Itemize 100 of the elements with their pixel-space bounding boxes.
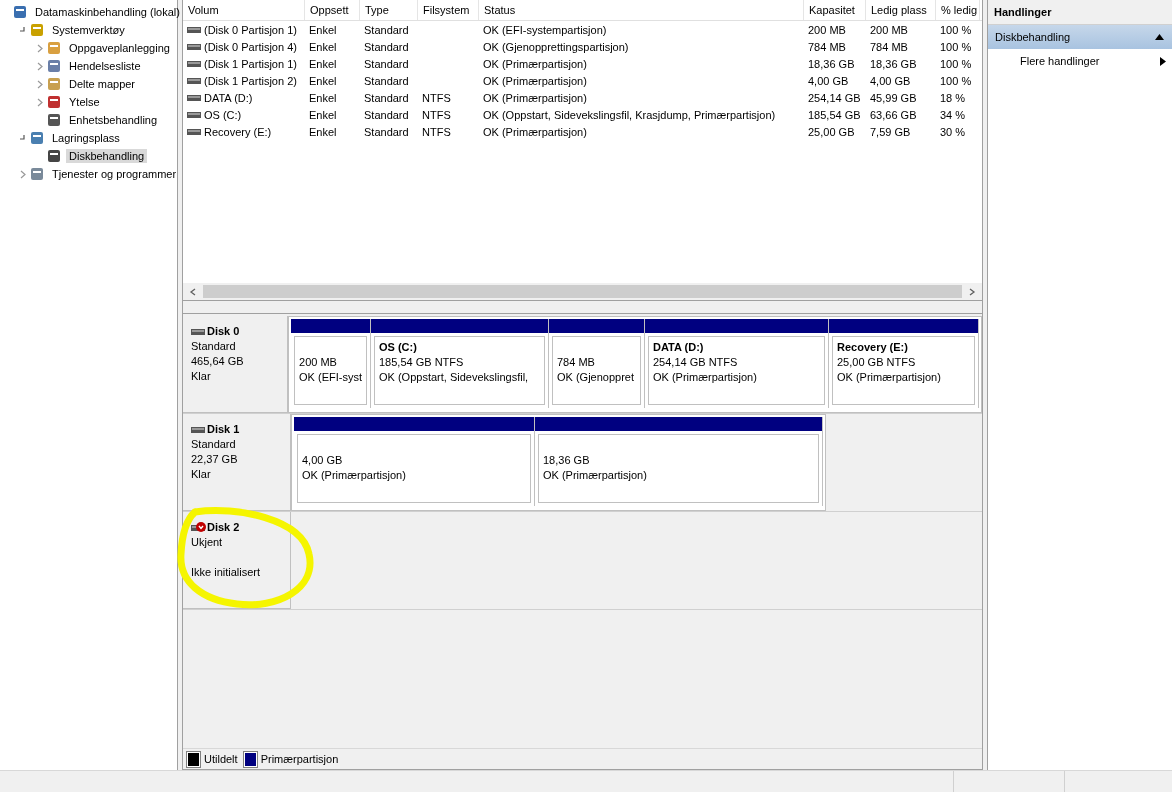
- table-cell: 100 %: [940, 23, 972, 36]
- collapsed-chevron-icon[interactable]: [37, 79, 43, 89]
- actions-section-header[interactable]: Diskbehandling: [988, 25, 1172, 49]
- table-cell: Standard: [364, 40, 409, 53]
- tree-node-icon: [46, 148, 62, 164]
- column-header[interactable]: Oppsett: [305, 0, 360, 20]
- table-cell: (Disk 1 Partisjon 1): [204, 57, 297, 70]
- tree-node-icon: [29, 130, 45, 146]
- collapsed-chevron-icon[interactable]: [20, 169, 26, 179]
- column-header[interactable]: % ledig: [936, 0, 980, 20]
- expanded-chevron-icon[interactable]: [19, 26, 27, 34]
- table-cell: 200 MB: [808, 23, 846, 36]
- drive-icon: [187, 60, 201, 67]
- collapsed-chevron-icon[interactable]: [37, 97, 43, 107]
- table-cell: Standard: [364, 23, 409, 36]
- table-cell: NTFS: [422, 91, 451, 104]
- tree-item[interactable]: Enhetsbehandling: [66, 113, 161, 127]
- disk-state: Ikke initialisert: [191, 565, 262, 580]
- tree-node-icon: [46, 40, 62, 56]
- partition-size: 25,00 GB NTFS: [837, 355, 917, 370]
- table-cell: Recovery (E:): [204, 125, 272, 138]
- table-cell: Standard: [364, 108, 409, 121]
- column-header[interactable]: Ledig plass: [866, 0, 936, 20]
- table-cell: 18 %: [940, 91, 966, 104]
- partition-status: OK (Primærpartisjon): [302, 468, 407, 483]
- table-cell: (Disk 0 Partisjon 4): [204, 40, 297, 53]
- collapse-icon[interactable]: [1155, 34, 1164, 40]
- table-cell: NTFS: [422, 125, 451, 138]
- table-cell: Enkel: [309, 91, 337, 104]
- table-cell: OK (Primærpartisjon): [483, 125, 587, 138]
- table-cell: Enkel: [309, 74, 337, 87]
- expanded-chevron-icon[interactable]: [19, 134, 27, 142]
- scroll-left-icon[interactable]: [189, 287, 197, 296]
- table-cell: 18,36 GB: [808, 57, 855, 70]
- tree-node-icon: [12, 4, 28, 20]
- disk-type: Ukjent: [191, 535, 224, 550]
- tree-node-icon: [29, 166, 45, 182]
- tree-item[interactable]: Datamaskinbehandling (lokal): [32, 5, 183, 19]
- tree-item[interactable]: Ytelse: [66, 95, 103, 109]
- table-cell: 25,00 GB: [808, 125, 855, 138]
- table-cell: 18,36 GB: [870, 57, 917, 70]
- tree-item[interactable]: Oppgaveplanlegging: [66, 41, 173, 55]
- column-header[interactable]: Kapasitet: [804, 0, 866, 20]
- disk-type: Standard: [191, 437, 237, 452]
- table-cell: Enkel: [309, 57, 337, 70]
- disk-state: Klar: [191, 467, 212, 482]
- partition-name: Recovery (E:): [837, 341, 908, 353]
- table-cell: OK (Primærpartisjon): [483, 91, 587, 104]
- partition-size: 18,36 GB: [543, 453, 591, 468]
- tree-item[interactable]: Delte mapper: [66, 77, 139, 91]
- table-cell: 784 MB: [870, 40, 908, 53]
- drive-icon: [187, 77, 201, 84]
- tree-item[interactable]: Hendelsesliste: [66, 59, 144, 73]
- table-cell: 45,99 GB: [870, 91, 917, 104]
- table-cell: 34 %: [940, 108, 966, 121]
- table-cell: 7,59 GB: [870, 125, 911, 138]
- drive-icon: [187, 43, 201, 50]
- column-header[interactable]: Filsystem: [418, 0, 479, 20]
- tree-item[interactable]: Tjenester og programmer: [49, 167, 180, 181]
- tree-node-icon: [46, 94, 62, 110]
- table-cell: OK (Oppstart, Sidevekslingsfil, Krasjdump, Primærpartisjon): [483, 108, 776, 121]
- table-cell: Standard: [364, 91, 409, 104]
- tree-item[interactable]: Systemverktøy: [49, 23, 128, 37]
- partition-status: OK (Primærpartisjon): [543, 468, 648, 483]
- tree-node-icon: [29, 22, 45, 38]
- table-cell: 254,14 GB: [808, 91, 861, 104]
- partition-status: OK (Primærpartisjon): [837, 370, 942, 385]
- disk-label-panel[interactable]: Disk 0 Standard 465,64 GB Klar: [183, 316, 289, 413]
- partition-status: OK (Primærpartisjon): [653, 370, 758, 385]
- column-header[interactable]: Volum: [183, 0, 305, 20]
- disk-name: Disk 1: [207, 422, 240, 437]
- table-cell: 784 MB: [808, 40, 846, 53]
- partition-name: DATA (D:): [653, 341, 704, 353]
- table-cell: 63,66 GB: [870, 108, 917, 121]
- table-cell: 4,00 GB: [870, 74, 911, 87]
- disk-size: 465,64 GB: [191, 355, 244, 367]
- disk-icon: [191, 328, 205, 335]
- legend-label: Primærpartisjon: [260, 753, 339, 765]
- tree-item[interactable]: Lagringsplass: [49, 131, 123, 145]
- horizontal-scrollbar[interactable]: [183, 283, 982, 300]
- table-cell: (Disk 0 Partisjon 1): [204, 23, 297, 36]
- tree-node-icon: [46, 112, 62, 128]
- table-cell: 100 %: [940, 57, 972, 70]
- table-cell: Standard: [364, 74, 409, 87]
- action-item[interactable]: Flere handlinger: [988, 49, 1172, 73]
- column-header[interactable]: Type: [360, 0, 418, 20]
- collapsed-chevron-icon[interactable]: [37, 61, 43, 71]
- disk-name: Disk 2: [207, 520, 240, 535]
- partition-size: 784 MB: [557, 355, 596, 370]
- scroll-right-icon[interactable]: [968, 287, 976, 296]
- collapsed-chevron-icon[interactable]: [37, 43, 43, 53]
- table-cell: OK (Primærpartisjon): [483, 74, 587, 87]
- disk-label-panel[interactable]: Disk 1 Standard 22,37 GB Klar: [183, 414, 291, 511]
- tree-item[interactable]: Diskbehandling: [66, 149, 148, 163]
- table-cell: NTFS: [422, 108, 451, 121]
- table-cell: DATA (D:): [204, 91, 253, 104]
- column-header[interactable]: Status: [479, 0, 804, 20]
- submenu-arrow-icon: [1160, 56, 1166, 66]
- drive-icon: [187, 128, 201, 135]
- partition-size: 185,54 GB NTFS: [379, 355, 465, 370]
